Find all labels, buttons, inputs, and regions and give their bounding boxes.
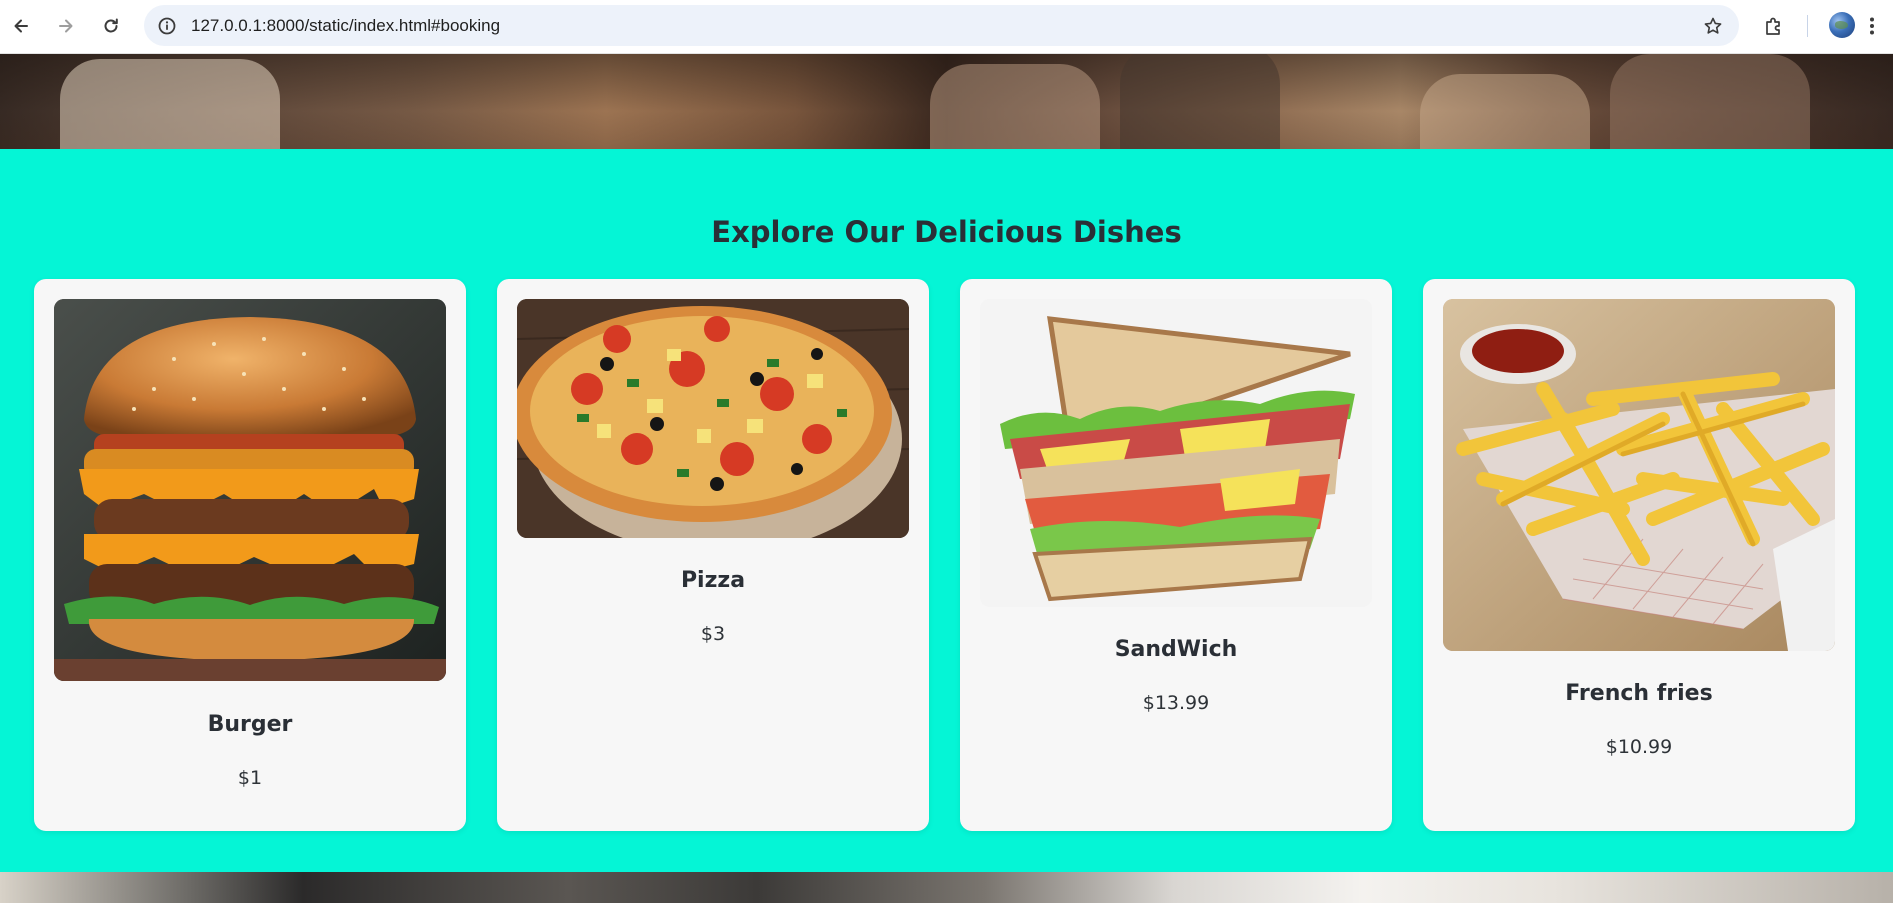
info-icon [158, 17, 175, 34]
pizza-image [517, 299, 909, 538]
dish-card-pizza[interactable]: Pizza $3 [497, 279, 929, 831]
reload-icon [104, 18, 118, 33]
profile-avatar[interactable] [1829, 12, 1855, 38]
back-button[interactable] [6, 11, 36, 41]
sandwich-image [980, 299, 1372, 607]
dish-price: $10.99 [1605, 736, 1673, 758]
reload-button[interactable] [96, 11, 126, 41]
section-title: Explore Our Delicious Dishes [711, 215, 1182, 249]
dish-name: Pizza [680, 568, 746, 593]
toolbar-divider [1807, 15, 1808, 37]
french-fries-image [1443, 299, 1835, 651]
dish-card-burger[interactable]: Burger $1 [34, 279, 466, 831]
burger-image [54, 299, 446, 681]
puzzle-icon [1766, 17, 1780, 35]
dish-name: Burger [207, 712, 293, 737]
dish-name: SandWich [1114, 637, 1238, 662]
arrow-right-icon [59, 19, 73, 33]
arrow-left-icon [14, 19, 28, 33]
dish-price: $1 [237, 767, 263, 789]
kebab-menu-icon [1870, 17, 1874, 35]
dish-card-sandwich[interactable]: SandWich $13.99 [960, 279, 1392, 831]
url-text[interactable]: 127.0.0.1:8000/static/index.html#booking [191, 5, 500, 46]
address-bar[interactable]: 127.0.0.1:8000/static/index.html#booking [144, 5, 1739, 46]
dish-price: $3 [700, 623, 726, 645]
browser-menu-button[interactable] [1862, 12, 1882, 40]
forward-button[interactable] [51, 11, 81, 41]
restaurant-hero-image [0, 54, 1893, 149]
site-info-button[interactable] [154, 13, 179, 38]
browser-toolbar: 127.0.0.1:8000/static/index.html#booking [0, 0, 1893, 54]
extensions-button[interactable] [1760, 12, 1788, 40]
restaurant-footer-image [0, 872, 1893, 903]
bookmark-button[interactable] [1701, 14, 1725, 38]
dishes-section: Explore Our Delicious Dishes Burger $1 P… [0, 149, 1893, 872]
dish-price: $13.99 [1142, 692, 1210, 714]
dish-name: French fries [1565, 681, 1713, 706]
dish-card-french-fries[interactable]: French fries $10.99 [1423, 279, 1855, 831]
star-icon [1704, 17, 1722, 34]
